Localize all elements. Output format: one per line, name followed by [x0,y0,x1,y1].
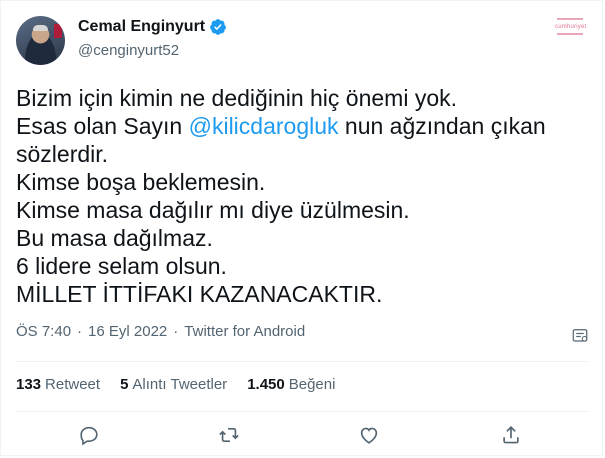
tweet-line: Kimse boşa beklemesin. [16,169,266,195]
like-count[interactable]: 1.450 Beğeni [247,376,335,393]
author-name-row[interactable]: Cemal Enginyurt [78,18,227,36]
tweet-text-fragment: nun ağzından çıkan [338,113,546,139]
meta-separator: · [173,323,179,340]
tweet-time[interactable]: ÖS 7:40 [16,323,71,340]
retweet-count-number: 133 [16,376,42,393]
retweet-icon [219,427,239,443]
share-button[interactable] [500,424,524,448]
reply-icon [80,426,98,446]
tweet-line: 6 lidere selam olsun. [16,253,227,279]
tweet-text-fragment: Esas olan Sayın [16,113,189,139]
tweet-line: Kimse masa dağılır mı diye üzülmesin. [16,197,410,223]
like-icon [360,427,378,444]
divider [16,411,589,412]
watermark-text: cumhuriyet [555,24,587,30]
meta-separator: · [77,323,83,340]
tweet-line: Bu masa dağılmaz. [16,225,213,251]
like-count-label: Beğeni [288,376,336,393]
retweet-button[interactable] [218,424,242,448]
quote-count[interactable]: 5 Alıntı Tweetler [120,376,227,393]
share-icon [503,426,519,444]
verified-badge-icon [210,19,227,35]
tweet-line: Bizim için kimin ne dediğinin hiç önemi … [16,85,458,111]
tweet-source[interactable]: Twitter for Android [184,323,305,340]
quote-count-number: 5 [120,376,129,393]
quote-count-label: Alıntı Tweetler [132,376,228,393]
action-bar [0,418,605,454]
tweet-stats: 133 Retweet 5 Alıntı Tweetler 1.450 Beğeni [16,376,335,393]
author-name[interactable]: Cemal Enginyurt [78,18,205,36]
like-count-number: 1.450 [247,376,285,393]
divider [16,361,589,362]
retweet-count-label: Retweet [45,376,101,393]
watermark-mark: cumhuriyet [555,18,587,38]
watermark-bar [557,18,583,20]
tweet-line: Esas olan Sayın @kilicdarogluk nun ağzın… [16,112,586,140]
retweet-count[interactable]: 133 Retweet [16,376,100,393]
watermark-bar [557,33,583,35]
like-button[interactable] [358,424,382,448]
mention-link[interactable]: @kilicdarogluk [189,113,339,139]
author-handle[interactable]: @cenginyurt52 [78,42,179,59]
avatar[interactable] [16,16,65,65]
reply-button[interactable] [78,424,102,448]
tweet-meta: ÖS 7:40 · 16 Eyl 2022 · Twitter for Andr… [16,323,305,340]
tweet-line: sözlerdir. [16,141,109,167]
tweet-text: Bizim için kimin ne dediğinin hiç önemi … [16,84,586,308]
tweet-line: MİLLET İTTİFAKI KAZANACAKTIR. [16,281,383,307]
avatar-hair [33,25,48,31]
analytics-icon[interactable] [571,326,589,344]
avatar-flag [54,24,62,38]
tweet-date[interactable]: 16 Eyl 2022 [88,323,167,340]
